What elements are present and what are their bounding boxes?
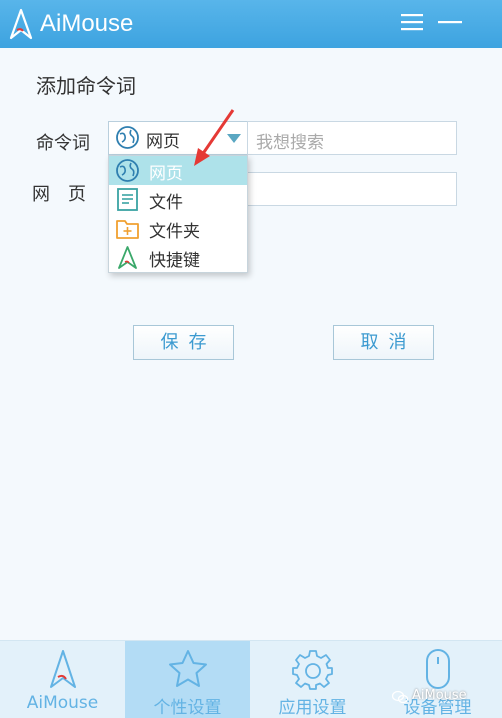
tab-label: 应用设置 xyxy=(278,698,347,718)
tab-personal-settings[interactable]: 个性设置 xyxy=(125,641,250,718)
tab-app-settings[interactable]: 应用设置 xyxy=(250,641,375,718)
page-title: 添加命令词 xyxy=(36,74,136,98)
dropdown-item-webpage[interactable]: 网页 xyxy=(109,156,247,185)
shortcut-icon xyxy=(118,246,137,269)
tab-device-management[interactable]: 设备管理 xyxy=(375,641,502,718)
file-icon xyxy=(117,188,138,211)
aimouse-logo-icon xyxy=(9,8,33,40)
search-keyword-input[interactable]: 我想搜索 xyxy=(247,121,457,155)
webpage-label: 网 页 xyxy=(32,184,86,205)
command-type-select[interactable]: 网页 xyxy=(108,121,248,155)
minimize-icon[interactable] xyxy=(436,8,464,36)
search-placeholder: 我想搜索 xyxy=(256,133,324,153)
app-title: AiMouse xyxy=(40,10,134,37)
cancel-button[interactable]: 取消 xyxy=(333,325,434,360)
dropdown-item-label: 快捷键 xyxy=(149,251,200,271)
globe-icon xyxy=(116,159,139,182)
folder-icon xyxy=(116,220,139,239)
command-label: 命令词 xyxy=(36,133,90,154)
dropdown-item-file[interactable]: 文件 xyxy=(109,185,247,214)
title-bar: AiMouse xyxy=(0,0,502,48)
save-button[interactable]: 保存 xyxy=(133,325,234,360)
command-type-value: 网页 xyxy=(146,132,180,152)
chevron-down-icon[interactable] xyxy=(227,134,241,143)
dropdown-item-label: 网页 xyxy=(149,164,183,184)
mouse-icon xyxy=(426,649,450,689)
watermark-text: AiMouse xyxy=(412,688,467,703)
webpage-url-input[interactable] xyxy=(247,172,457,206)
star-icon xyxy=(169,650,207,687)
bottom-tab-bar: AiMouse 个性设置 应用设置 设备管理 xyxy=(0,640,502,718)
tab-aimouse[interactable]: AiMouse xyxy=(0,641,125,718)
command-type-dropdown: 网页 文件 文件夹 快捷键 xyxy=(108,155,248,273)
globe-icon xyxy=(116,126,139,149)
dropdown-item-folder[interactable]: 文件夹 xyxy=(109,214,247,243)
tab-label: 个性设置 xyxy=(153,698,222,718)
menu-icon[interactable] xyxy=(398,8,426,36)
dropdown-item-label: 文件夹 xyxy=(149,222,200,242)
wechat-icon xyxy=(392,690,408,704)
gear-icon xyxy=(292,650,333,690)
tab-label: AiMouse xyxy=(26,693,99,713)
dropdown-item-shortcut[interactable]: 快捷键 xyxy=(109,243,247,272)
aimouse-logo-icon xyxy=(50,650,76,688)
dropdown-item-label: 文件 xyxy=(149,193,183,213)
